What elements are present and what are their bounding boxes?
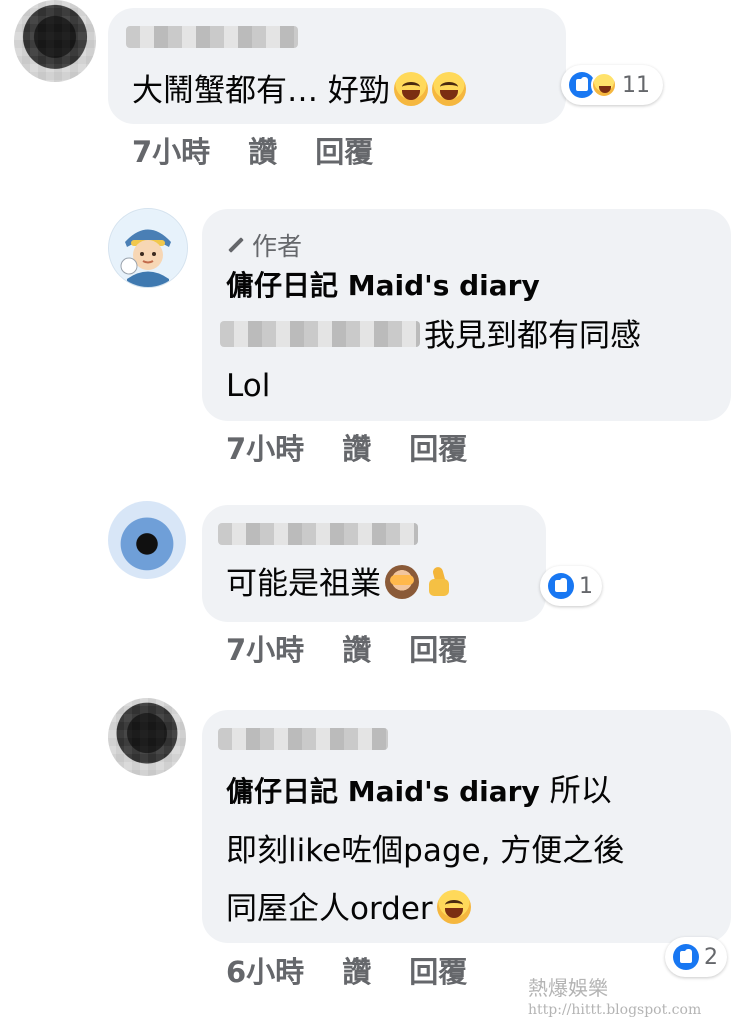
comment-4-text-line1-suffix: 所以 xyxy=(539,773,612,809)
commenter-3-avatar[interactable] xyxy=(108,501,186,579)
comment-2-text-line1: 我見到都有同感 xyxy=(424,313,641,359)
comment-2-text-content: 我見到都有同感 xyxy=(424,318,641,354)
comment-2-actions: 7小時 讚 回覆 xyxy=(226,426,467,468)
watermark-title: 熱爆娛樂 xyxy=(528,976,608,1000)
comment-1-reply-button[interactable]: 回覆 xyxy=(315,129,373,171)
comment-3-timestamp[interactable]: 7小時 xyxy=(226,627,304,669)
comment-4-text-line3: 同屋企人order xyxy=(226,886,471,932)
author-badge-label: 作者 xyxy=(252,232,303,261)
comment-3-reactions[interactable]: 1 xyxy=(540,566,602,606)
comment-4-like-button[interactable]: 讚 xyxy=(342,949,371,991)
commenter-1-avatar[interactable] xyxy=(14,0,96,82)
watermark: 熱爆娛樂 http://hittt.blogspot.com xyxy=(528,976,742,1020)
comment-1-text: 大鬧蟹都有… 好勁 xyxy=(132,68,466,114)
see-no-evil-monkey-icon xyxy=(385,565,419,599)
pen-icon xyxy=(226,236,244,254)
commenter-1-name-blurred[interactable] xyxy=(126,26,298,48)
comment-2-author-name[interactable]: 傭仔日記 Maid's diary xyxy=(226,265,540,307)
laughing-emoji-icon xyxy=(431,72,466,106)
watermark-url: http://hittt.blogspot.com xyxy=(528,1002,702,1018)
haha-reaction-icon xyxy=(591,72,617,98)
comment-3-text: 可能是祖業 xyxy=(226,561,455,607)
mentioned-user-blurred[interactable] xyxy=(220,321,420,347)
comment-4-reaction-count: 2 xyxy=(704,944,718,970)
comment-4-mention[interactable]: 傭仔日記 Maid's diary xyxy=(226,775,540,808)
comment-2-like-button[interactable]: 讚 xyxy=(342,426,371,468)
commenter-4-avatar[interactable] xyxy=(108,698,186,776)
comment-1-text-content: 大鬧蟹都有… 好勁 xyxy=(132,73,390,109)
like-reaction-icon xyxy=(548,573,574,599)
author-avatar[interactable] xyxy=(108,208,188,288)
comment-3-reaction-count: 1 xyxy=(579,573,593,599)
comment-3-text-content: 可能是祖業 xyxy=(226,566,381,602)
comment-3-bubble: 可能是祖業 xyxy=(202,505,546,622)
author-badge: 作者 xyxy=(226,227,302,263)
thumbs-up-emoji-icon xyxy=(425,565,455,599)
comment-4-text-line3-content: 同屋企人order xyxy=(226,891,433,927)
comment-4-reply-button[interactable]: 回覆 xyxy=(409,949,467,991)
comment-4-bubble: 傭仔日記 Maid's diary 所以 即刻like咗個page, 方便之後 … xyxy=(202,710,731,943)
comment-2-reply-button[interactable]: 回覆 xyxy=(409,426,467,468)
maid-cartoon-icon xyxy=(110,210,186,287)
laughing-emoji-icon xyxy=(436,890,471,924)
comment-2-text-line2: Lol xyxy=(226,368,271,404)
laughing-emoji-icon xyxy=(393,72,428,106)
comment-1-reactions[interactable]: 11 xyxy=(561,65,663,105)
like-reaction-icon xyxy=(673,944,699,970)
comment-4-reactions[interactable]: 2 xyxy=(665,937,727,977)
comment-4-timestamp[interactable]: 6小時 xyxy=(226,949,304,991)
comment-2-bubble: 作者 傭仔日記 Maid's diary 我見到都有同感 Lol xyxy=(202,209,731,421)
comment-2-timestamp[interactable]: 7小時 xyxy=(226,426,304,468)
comment-1-actions: 7小時 讚 回覆 xyxy=(132,129,373,171)
comment-4-actions: 6小時 讚 回覆 xyxy=(226,949,467,991)
comment-1-timestamp[interactable]: 7小時 xyxy=(132,129,210,171)
comment-3-reply-button[interactable]: 回覆 xyxy=(409,627,467,669)
commenter-4-name-blurred[interactable] xyxy=(218,728,388,750)
comment-4-text-line1: 傭仔日記 Maid's diary 所以 xyxy=(226,768,612,815)
commenter-3-name-blurred[interactable] xyxy=(218,523,418,545)
comment-3-actions: 7小時 讚 回覆 xyxy=(226,627,467,669)
comment-1-bubble: 大鬧蟹都有… 好勁 xyxy=(108,8,566,124)
comment-1-reaction-count: 11 xyxy=(622,72,650,98)
comment-1-like-button[interactable]: 讚 xyxy=(248,129,277,171)
comment-4-text-line2: 即刻like咗個page, 方便之後 xyxy=(226,833,625,869)
comment-3-like-button[interactable]: 讚 xyxy=(342,627,371,669)
